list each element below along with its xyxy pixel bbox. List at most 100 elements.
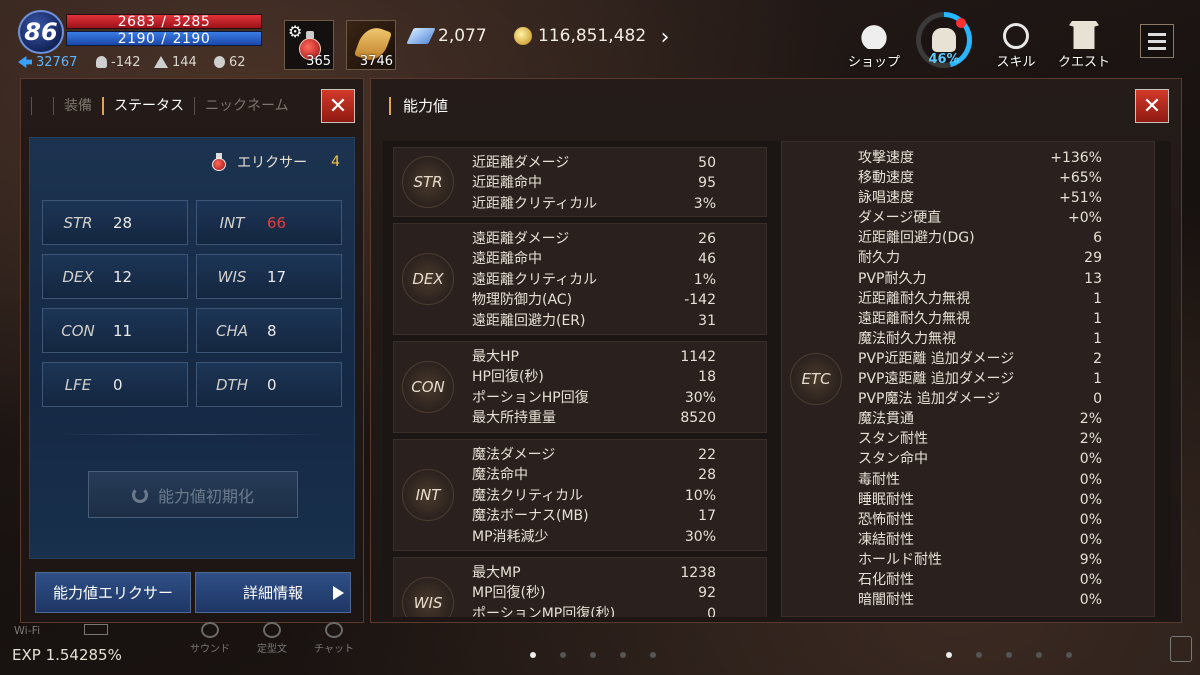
close-status-button[interactable]: ✕ [321, 89, 355, 123]
skill-icon [1003, 23, 1029, 49]
page-dot[interactable] [1006, 652, 1012, 658]
stat-value: 17 [267, 267, 287, 286]
page-dot[interactable] [976, 652, 982, 658]
sound-icon [201, 622, 219, 638]
ability-group-dex: DEX 遠距離ダメージ 26 遠距離命中 46 遠距離クリティカル 1% 物理防御力(… [393, 223, 767, 335]
ability-row: PVP近距離 追加ダメージ 2 [858, 349, 1102, 369]
page-dot[interactable] [590, 652, 596, 658]
detail-info-label: 詳細情報 [242, 584, 303, 602]
page-dot[interactable] [620, 652, 626, 658]
tab-status[interactable]: ステータス [102, 97, 194, 115]
ability-row: 最大MP 1238 [472, 563, 716, 583]
ability-row: PVP遠距離 追加ダメージ 1 [858, 369, 1102, 389]
tab-blank[interactable] [31, 97, 53, 115]
ability-list[interactable]: STR 近距離ダメージ 50 近距離命中 95 近距離クリティカル 3% DEX 遠距… [383, 141, 1171, 617]
currency-more-button[interactable]: › [650, 22, 680, 52]
quest-button[interactable]: クエスト [1052, 16, 1116, 70]
skill-button[interactable]: スキル [984, 16, 1048, 70]
ability-value: +51% [1059, 190, 1102, 207]
ability-row: ダメージ硬直 +0% [858, 208, 1102, 228]
ability-panel: 能力値 ✕ STR 近距離ダメージ 50 近距離命中 95 近距離クリティカル 3% … [370, 78, 1182, 623]
ability-label: 耐久力 [858, 250, 900, 267]
page-dot[interactable] [530, 652, 536, 658]
ability-value: 1238 [680, 565, 716, 581]
ability-group-etc: ETC 攻撃速度 +136% 移動速度 +65% 詠唱速度 +51% ダメージ硬直 +0… [781, 141, 1155, 617]
page-dot[interactable] [650, 652, 656, 658]
ability-row: PVP耐久力 13 [858, 269, 1102, 289]
ability-label: PVP耐久力 [858, 270, 927, 287]
ability-label: 遠距離回避力(ER) [472, 312, 586, 329]
detail-info-button[interactable]: 詳細情報 [195, 572, 351, 613]
stat-lfe[interactable]: LFE 0 [42, 362, 188, 407]
ability-value: 50 [698, 155, 716, 171]
ability-label: ポーションMP回復(秒) [472, 605, 616, 617]
ability-row: 魔法クリティカル 10% [472, 486, 716, 506]
magic-resist-value: 144 [172, 54, 197, 70]
stat-int[interactable]: INT 66 [196, 200, 342, 245]
ability-value: 22 [698, 447, 716, 463]
ability-label: 最大HP [472, 349, 519, 365]
page-dot[interactable] [560, 652, 566, 658]
reset-stats-button[interactable]: 能力値初期化 [88, 471, 298, 518]
notification-dot [956, 18, 966, 28]
ability-value: -142 [684, 292, 716, 309]
ability-group-wis: WIS 最大MP 1238 MP回復(秒) 92 ポーションMP回復(秒) 0 [393, 557, 767, 617]
ability-row: 遠距離命中 46 [472, 249, 716, 269]
etc-emblem-icon: ETC [790, 353, 842, 405]
stat-str[interactable]: STR 28 [42, 200, 188, 245]
stat-dth[interactable]: DTH 0 [196, 362, 342, 407]
page-indicator-left [530, 652, 656, 660]
ability-label: 攻撃速度 [858, 150, 914, 166]
status-tabs: 装備 ステータス ニックネーム [31, 87, 321, 125]
ability-row: 毒耐性 0% [858, 470, 1102, 490]
stat-dex[interactable]: DEX 12 [42, 254, 188, 299]
memo-icon[interactable] [1170, 636, 1192, 662]
quick-slot-item[interactable]: 3746 [346, 20, 396, 70]
sound-label: サウンド [190, 644, 230, 655]
shop-label: ショップ [847, 55, 900, 70]
template-button[interactable]: 定型文 [244, 622, 300, 655]
ability-row: MP消耗減少 30% [472, 527, 716, 547]
page-dot[interactable] [1036, 652, 1042, 658]
alignment-value: 62 [229, 54, 246, 70]
ability-label: 移動速度 [858, 170, 914, 187]
hp-separator: / [161, 13, 167, 30]
page-indicator-right [946, 652, 1072, 660]
ability-label: スタン命中 [858, 451, 928, 468]
page-dot[interactable] [946, 652, 952, 658]
ability-value: 9% [1079, 551, 1102, 568]
main-menu-button[interactable] [1140, 24, 1174, 58]
shop-bag-icon [859, 21, 889, 49]
stat-cha[interactable]: CHA 8 [196, 308, 342, 353]
armor-class-value: -142 [111, 54, 141, 70]
sound-button[interactable]: サウンド [182, 622, 238, 655]
ability-group-con: CON 最大HP 1142 HP回復(秒) 18 ポーションHP回復 30% 最大所持… [393, 341, 767, 433]
inventory-fill-label: 46% [928, 52, 960, 67]
ability-value: 0% [1079, 571, 1102, 588]
page-dot[interactable] [1066, 652, 1072, 658]
ability-label: 詠唱速度 [858, 190, 914, 207]
ability-label: 近距離回避力(DG) [858, 230, 975, 247]
ability-value: 3% [693, 195, 716, 212]
ability-label: 最大MP [472, 565, 521, 581]
stat-area: エリクサー 4 STR 28 INT 66 DEX 12 WIS 17 CON … [29, 137, 355, 559]
gold-currency: 116,851,482 [514, 24, 646, 48]
ability-value: 95 [698, 175, 716, 192]
stat-elixir-button[interactable]: 能力値エリクサー [35, 572, 191, 613]
quest-scroll-icon [1069, 21, 1099, 49]
ability-label: PVP近距離 追加ダメージ [858, 350, 1015, 367]
chat-button[interactable]: チャット [306, 622, 362, 655]
stat-con[interactable]: CON 11 [42, 308, 188, 353]
elixir-icon [211, 153, 227, 171]
tab-nickname[interactable]: ニックネーム [194, 97, 299, 115]
ability-value: 26 [698, 231, 716, 247]
ability-label: 遠距離ダメージ [472, 231, 570, 247]
shop-button[interactable]: ショップ [842, 16, 906, 70]
stat-wis[interactable]: WIS 17 [196, 254, 342, 299]
ability-label: MP消耗減少 [472, 528, 549, 545]
close-ability-button[interactable]: ✕ [1135, 89, 1169, 123]
tab-equipment[interactable]: 装備 [53, 97, 102, 115]
quick-slot-potion[interactable]: ⚙ 365 [284, 20, 334, 70]
mp-max: 2190 [172, 30, 211, 47]
ability-row: ポーションHP回復 30% [472, 388, 716, 408]
